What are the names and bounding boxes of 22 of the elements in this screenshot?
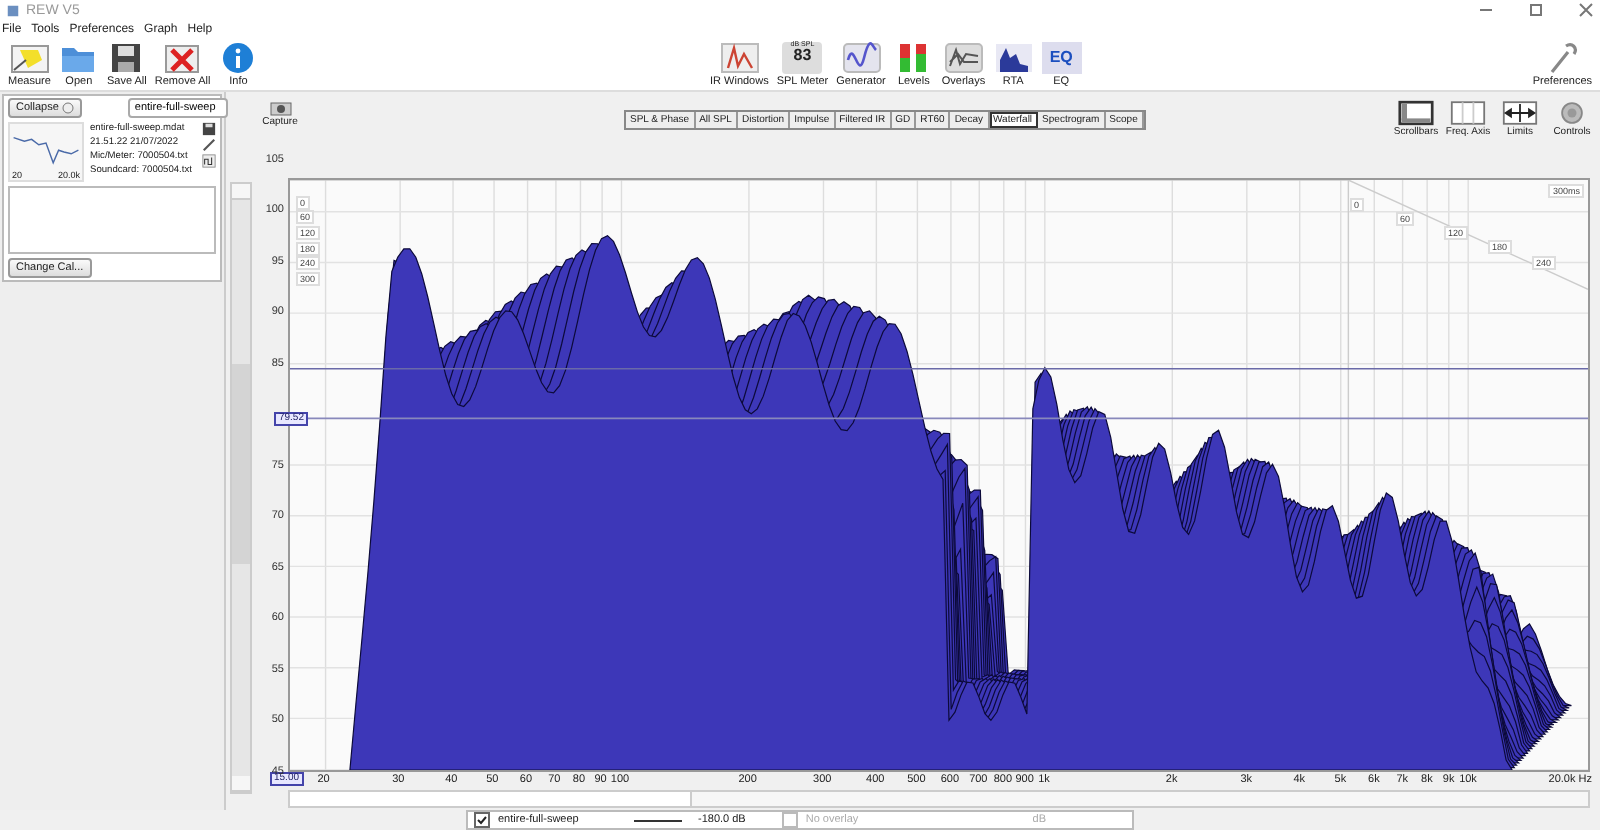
pen-icon[interactable] [202, 138, 216, 152]
delete-icon [162, 41, 203, 73]
vertical-scrollbar[interactable] [230, 182, 252, 794]
camera-icon [269, 100, 291, 116]
maximize-icon[interactable] [1528, 2, 1544, 18]
app-icon [6, 3, 20, 17]
line-sample [634, 819, 682, 821]
notes-field[interactable] [8, 186, 216, 254]
checkbox[interactable] [474, 812, 490, 828]
sine-wave-icon [841, 41, 881, 73]
limits-icon [1502, 100, 1538, 126]
chart-icon[interactable] [202, 154, 216, 168]
collapse-icon [62, 102, 75, 114]
close-icon[interactable] [1578, 2, 1594, 18]
eq-icon: EQ [1041, 41, 1082, 73]
checkbox[interactable] [781, 812, 798, 828]
horizontal-scrollbar[interactable] [288, 790, 1590, 808]
scrollbars-icon [1398, 100, 1434, 126]
save-icon[interactable] [202, 122, 216, 136]
axis-frame-icon [1450, 100, 1486, 126]
spectrum-icon [993, 41, 1034, 73]
impulse-icon [719, 41, 760, 73]
